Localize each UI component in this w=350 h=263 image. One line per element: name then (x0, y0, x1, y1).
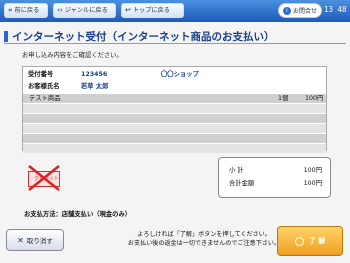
close-icon: ✕ (17, 235, 24, 245)
confirmation-note: よろしければ「了解」ボタンを押してください。 お支払い後の返金は一切できませんの… (124, 230, 284, 248)
top-back-label: トップに戻る (132, 7, 170, 14)
receipt-number-value: 123456 (81, 71, 108, 78)
contact-label: お問合せ (292, 8, 317, 15)
list-item (23, 113, 326, 123)
cancel-button-label: 取り消す (26, 237, 53, 245)
customer-name-label: お客様氏名 (28, 83, 60, 90)
customer-name-row: お客様氏名 若草 太郎 (23, 82, 326, 92)
subtotal-label: 小 計 (229, 167, 244, 174)
list-item (23, 133, 326, 143)
circle-icon (294, 236, 304, 246)
confirmation-note-line1: よろしければ「了解」ボタンを押してください。 (137, 231, 271, 238)
total-label: 合計金額 (229, 180, 255, 187)
back-button-label: 前に戻る (14, 7, 40, 14)
contact-button[interactable]: i お問合せ (278, 3, 322, 18)
genre-back-label: ジャンルに戻る (64, 7, 108, 14)
page-subtitle: お申し込み内容をご確認ください。 (22, 52, 123, 59)
cancel-button[interactable]: ✕ 取り消す (6, 229, 64, 251)
ok-button-label: 了 解 (308, 237, 326, 245)
back-button[interactable]: « 前に戻る (4, 3, 48, 18)
title-accent-bar (4, 31, 8, 42)
genre-back-button[interactable]: ‹‹ ジャンルに戻る (53, 3, 116, 18)
no-credit-card-icon: クレジット (26, 163, 62, 193)
page-title: インターネット受付（インターネット商品のお支払い） (4, 29, 275, 44)
top-back-button[interactable]: ↩ トップに戻る (121, 3, 184, 18)
list-item: テスト商品 1個 100円 (23, 93, 326, 103)
title-divider (4, 43, 346, 44)
confirmation-note-line2: お支払い後の返金は一切できませんのでご注意下さい。 (127, 240, 281, 247)
shop-name-value: 〇〇ショップ (161, 71, 199, 78)
total-value: 100円 (303, 180, 322, 187)
order-details-panel: 受付番号 123456 〇〇ショップ お客様氏名 若草 太郎 テスト商品 1個 … (22, 66, 327, 153)
list-item (23, 123, 326, 133)
clock: 13 48 (324, 5, 347, 14)
chevron-left-icon: ‹‹ (57, 6, 63, 14)
items-list: テスト商品 1個 100円 (23, 93, 326, 153)
receipt-number-label: 受付番号 (28, 71, 54, 78)
return-arrow-icon: ↩ (125, 6, 131, 14)
list-item (23, 103, 326, 113)
ok-button[interactable]: 了 解 (277, 226, 343, 256)
customer-name-value: 若草 太郎 (81, 83, 109, 90)
receipt-number-row: 受付番号 123456 〇〇ショップ (23, 70, 326, 80)
info-icon: i (282, 6, 291, 15)
totals-panel: 小 計 100円 合計金額 100円 (218, 157, 331, 198)
top-navigation-bar: « 前に戻る ‹‹ ジャンルに戻る ↩ トップに戻る i お問合せ 13 48 (0, 0, 350, 22)
double-chevron-left-icon: « (8, 6, 13, 14)
prohibited-cross-icon (28, 165, 60, 191)
page-title-text: インターネット受付（インターネット商品のお支払い） (12, 31, 275, 43)
list-item (23, 143, 326, 153)
subtotal-value: 100円 (303, 167, 322, 174)
payment-method-text: お支払方法：店舗支払い（現金のみ） (24, 211, 132, 218)
